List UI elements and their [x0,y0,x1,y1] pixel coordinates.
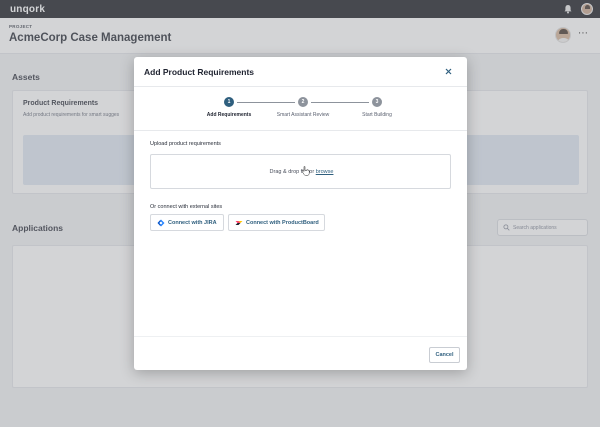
add-product-requirements-modal: Add Product Requirements 1 2 3 Add Requi… [134,57,467,370]
step-connector-2 [311,101,369,103]
connect-jira-button[interactable]: Connect with JIRA [150,214,224,231]
step-connector-1 [237,101,295,103]
step-2-indicator: 2 [298,97,308,107]
step-3-indicator: 3 [372,97,382,107]
productboard-icon [235,221,243,225]
connect-label: Or connect with external sites [150,204,223,210]
jira-icon [157,219,165,227]
step-1-label: Add Requirements [206,112,252,118]
browse-link[interactable]: browse [316,169,334,175]
modal-header: Add Product Requirements [134,57,467,87]
upload-label: Upload product requirements [150,141,221,147]
connect-jira-label: Connect with JIRA [168,219,217,226]
close-icon[interactable] [443,66,454,77]
hand-cursor-icon [301,166,310,176]
cancel-button[interactable]: Cancel [429,347,460,363]
modal-title: Add Product Requirements [144,67,255,77]
connect-productboard-label: Connect with ProductBoard [246,219,319,226]
connect-productboard-button[interactable]: Connect with ProductBoard [228,214,325,231]
modal-footer-divider [134,336,467,337]
stepper-divider [134,130,467,131]
step-1-indicator: 1 [224,97,234,107]
step-3-label: Start Building [362,112,392,118]
step-2-label: Smart Assistant Review [276,112,330,118]
